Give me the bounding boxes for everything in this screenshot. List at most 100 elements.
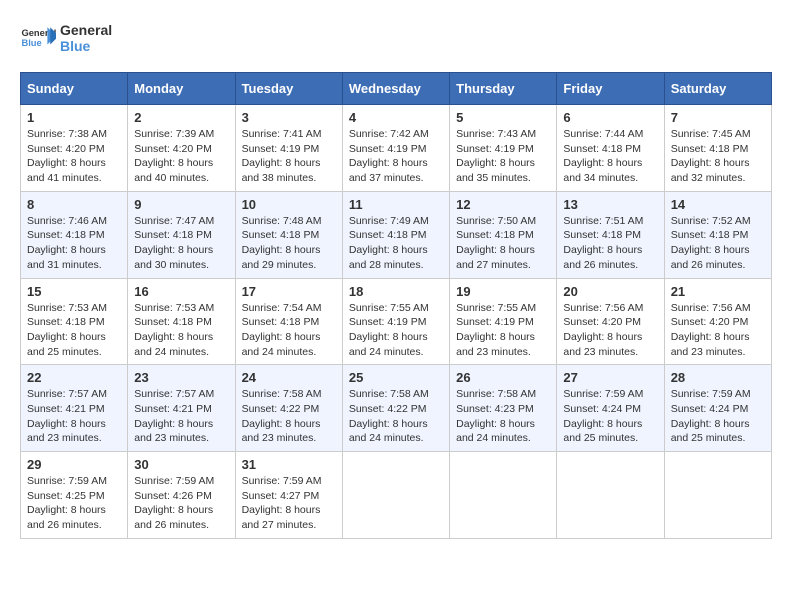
day-number: 26 [456,370,550,385]
day-number: 29 [27,457,121,472]
day-number: 18 [349,284,443,299]
day-number: 2 [134,110,228,125]
calendar-cell: 27Sunrise: 7:59 AMSunset: 4:24 PMDayligh… [557,365,664,452]
calendar-week-4: 22 Sunrise: 7:57 AMSunset: 4:21 PMDayligh… [21,365,772,452]
logo-text-blue: Blue [60,38,112,54]
day-number: 23 [134,370,228,385]
day-info: Sunrise: 7:58 AMSunset: 4:22 PMDaylight:… [242,387,336,446]
col-header-wednesday: Wednesday [342,73,449,105]
logo-icon: General Blue [20,20,56,56]
day-number: 21 [671,284,765,299]
day-info: Sunrise: 7:51 AMSunset: 4:18 PMDaylight:… [563,214,657,273]
day-number: 22 [27,370,121,385]
day-number: 15 [27,284,121,299]
day-info: Sunrise: 7:59 AMSunset: 4:25 PMDaylight:… [27,474,121,533]
calendar-cell: 8 Sunrise: 7:46 AMSunset: 4:18 PMDaylight… [21,191,128,278]
day-number: 13 [563,197,657,212]
calendar-cell: 23 Sunrise: 7:57 AMSunset: 4:21 PMDayligh… [128,365,235,452]
calendar-cell: 11 Sunrise: 7:49 AMSunset: 4:18 PMDayligh… [342,191,449,278]
day-info: Sunrise: 7:59 AMSunset: 4:27 PMDaylight:… [242,474,336,533]
day-number: 11 [349,197,443,212]
col-header-thursday: Thursday [450,73,557,105]
calendar-week-5: 29 Sunrise: 7:59 AMSunset: 4:25 PMDayligh… [21,452,772,539]
day-info: Sunrise: 7:58 AMSunset: 4:22 PMDaylight:… [349,387,443,446]
day-info: Sunrise: 7:46 AMSunset: 4:18 PMDaylight:… [27,214,121,273]
svg-text:Blue: Blue [21,38,41,48]
day-number: 19 [456,284,550,299]
calendar-cell: 3Sunrise: 7:41 AMSunset: 4:19 PMDaylight… [235,105,342,192]
day-info: Sunrise: 7:55 AMSunset: 4:19 PMDaylight:… [349,301,443,360]
day-info: Sunrise: 7:38 AMSunset: 4:20 PMDaylight:… [27,127,121,186]
calendar-cell: 1 Sunrise: 7:38 AMSunset: 4:20 PMDaylight… [21,105,128,192]
calendar-week-2: 8 Sunrise: 7:46 AMSunset: 4:18 PMDaylight… [21,191,772,278]
calendar-cell [342,452,449,539]
day-info: Sunrise: 7:59 AMSunset: 4:26 PMDaylight:… [134,474,228,533]
calendar-cell: 31Sunrise: 7:59 AMSunset: 4:27 PMDayligh… [235,452,342,539]
calendar-cell: 6Sunrise: 7:44 AMSunset: 4:18 PMDaylight… [557,105,664,192]
day-info: Sunrise: 7:56 AMSunset: 4:20 PMDaylight:… [563,301,657,360]
col-header-monday: Monday [128,73,235,105]
calendar-cell: 22Sunrise: 7:57 AMSunset: 4:21 PMDayligh… [21,365,128,452]
day-info: Sunrise: 7:57 AMSunset: 4:21 PMDaylight:… [134,387,228,446]
day-number: 20 [563,284,657,299]
col-header-tuesday: Tuesday [235,73,342,105]
calendar-cell: 10 Sunrise: 7:48 AMSunset: 4:18 PMDayligh… [235,191,342,278]
day-number: 10 [242,197,336,212]
day-info: Sunrise: 7:43 AMSunset: 4:19 PMDaylight:… [456,127,550,186]
day-number: 1 [27,110,121,125]
day-info: Sunrise: 7:54 AMSunset: 4:18 PMDaylight:… [242,301,336,360]
day-info: Sunrise: 7:48 AMSunset: 4:18 PMDaylight:… [242,214,336,273]
day-info: Sunrise: 7:42 AMSunset: 4:19 PMDaylight:… [349,127,443,186]
day-info: Sunrise: 7:59 AMSunset: 4:24 PMDaylight:… [563,387,657,446]
day-number: 5 [456,110,550,125]
calendar-cell: 30Sunrise: 7:59 AMSunset: 4:26 PMDayligh… [128,452,235,539]
logo-text-general: General [60,22,112,38]
logo: General Blue General Blue [20,20,112,56]
header: General Blue General Blue [20,20,772,56]
day-number: 7 [671,110,765,125]
day-info: Sunrise: 7:47 AMSunset: 4:18 PMDaylight:… [134,214,228,273]
day-number: 17 [242,284,336,299]
day-info: Sunrise: 7:52 AMSunset: 4:18 PMDaylight:… [671,214,765,273]
calendar-header-row: SundayMondayTuesdayWednesdayThursdayFrid… [21,73,772,105]
day-info: Sunrise: 7:45 AMSunset: 4:18 PMDaylight:… [671,127,765,186]
calendar-cell: 13 Sunrise: 7:51 AMSunset: 4:18 PMDayligh… [557,191,664,278]
day-info: Sunrise: 7:55 AMSunset: 4:19 PMDaylight:… [456,301,550,360]
day-info: Sunrise: 7:49 AMSunset: 4:18 PMDaylight:… [349,214,443,273]
day-number: 6 [563,110,657,125]
calendar-cell: 12Sunrise: 7:50 AMSunset: 4:18 PMDayligh… [450,191,557,278]
day-number: 28 [671,370,765,385]
calendar-cell: 18 Sunrise: 7:55 AMSunset: 4:19 PMDayligh… [342,278,449,365]
calendar-cell: 2Sunrise: 7:39 AMSunset: 4:20 PMDaylight… [128,105,235,192]
calendar-cell [557,452,664,539]
calendar-week-1: 1 Sunrise: 7:38 AMSunset: 4:20 PMDaylight… [21,105,772,192]
calendar-cell: 15 Sunrise: 7:53 AMSunset: 4:18 PMDayligh… [21,278,128,365]
day-info: Sunrise: 7:56 AMSunset: 4:20 PMDaylight:… [671,301,765,360]
calendar-cell: 21 Sunrise: 7:56 AMSunset: 4:20 PMDayligh… [664,278,771,365]
calendar-cell [664,452,771,539]
calendar: SundayMondayTuesdayWednesdayThursdayFrid… [20,72,772,539]
day-number: 9 [134,197,228,212]
day-number: 3 [242,110,336,125]
calendar-cell: 24 Sunrise: 7:58 AMSunset: 4:22 PMDayligh… [235,365,342,452]
calendar-cell [450,452,557,539]
calendar-cell: 17 Sunrise: 7:54 AMSunset: 4:18 PMDayligh… [235,278,342,365]
calendar-cell: 16 Sunrise: 7:53 AMSunset: 4:18 PMDayligh… [128,278,235,365]
day-number: 8 [27,197,121,212]
day-number: 24 [242,370,336,385]
calendar-cell: 19 Sunrise: 7:55 AMSunset: 4:19 PMDayligh… [450,278,557,365]
day-info: Sunrise: 7:53 AMSunset: 4:18 PMDaylight:… [27,301,121,360]
calendar-cell: 5 Sunrise: 7:43 AMSunset: 4:19 PMDaylight… [450,105,557,192]
calendar-cell: 29 Sunrise: 7:59 AMSunset: 4:25 PMDayligh… [21,452,128,539]
day-number: 16 [134,284,228,299]
col-header-sunday: Sunday [21,73,128,105]
day-number: 4 [349,110,443,125]
calendar-cell: 7 Sunrise: 7:45 AMSunset: 4:18 PMDaylight… [664,105,771,192]
day-info: Sunrise: 7:58 AMSunset: 4:23 PMDaylight:… [456,387,550,446]
calendar-cell: 25 Sunrise: 7:58 AMSunset: 4:22 PMDayligh… [342,365,449,452]
calendar-cell: 28Sunrise: 7:59 AMSunset: 4:24 PMDayligh… [664,365,771,452]
calendar-cell: 4 Sunrise: 7:42 AMSunset: 4:19 PMDaylight… [342,105,449,192]
day-info: Sunrise: 7:50 AMSunset: 4:18 PMDaylight:… [456,214,550,273]
day-info: Sunrise: 7:53 AMSunset: 4:18 PMDaylight:… [134,301,228,360]
day-number: 25 [349,370,443,385]
